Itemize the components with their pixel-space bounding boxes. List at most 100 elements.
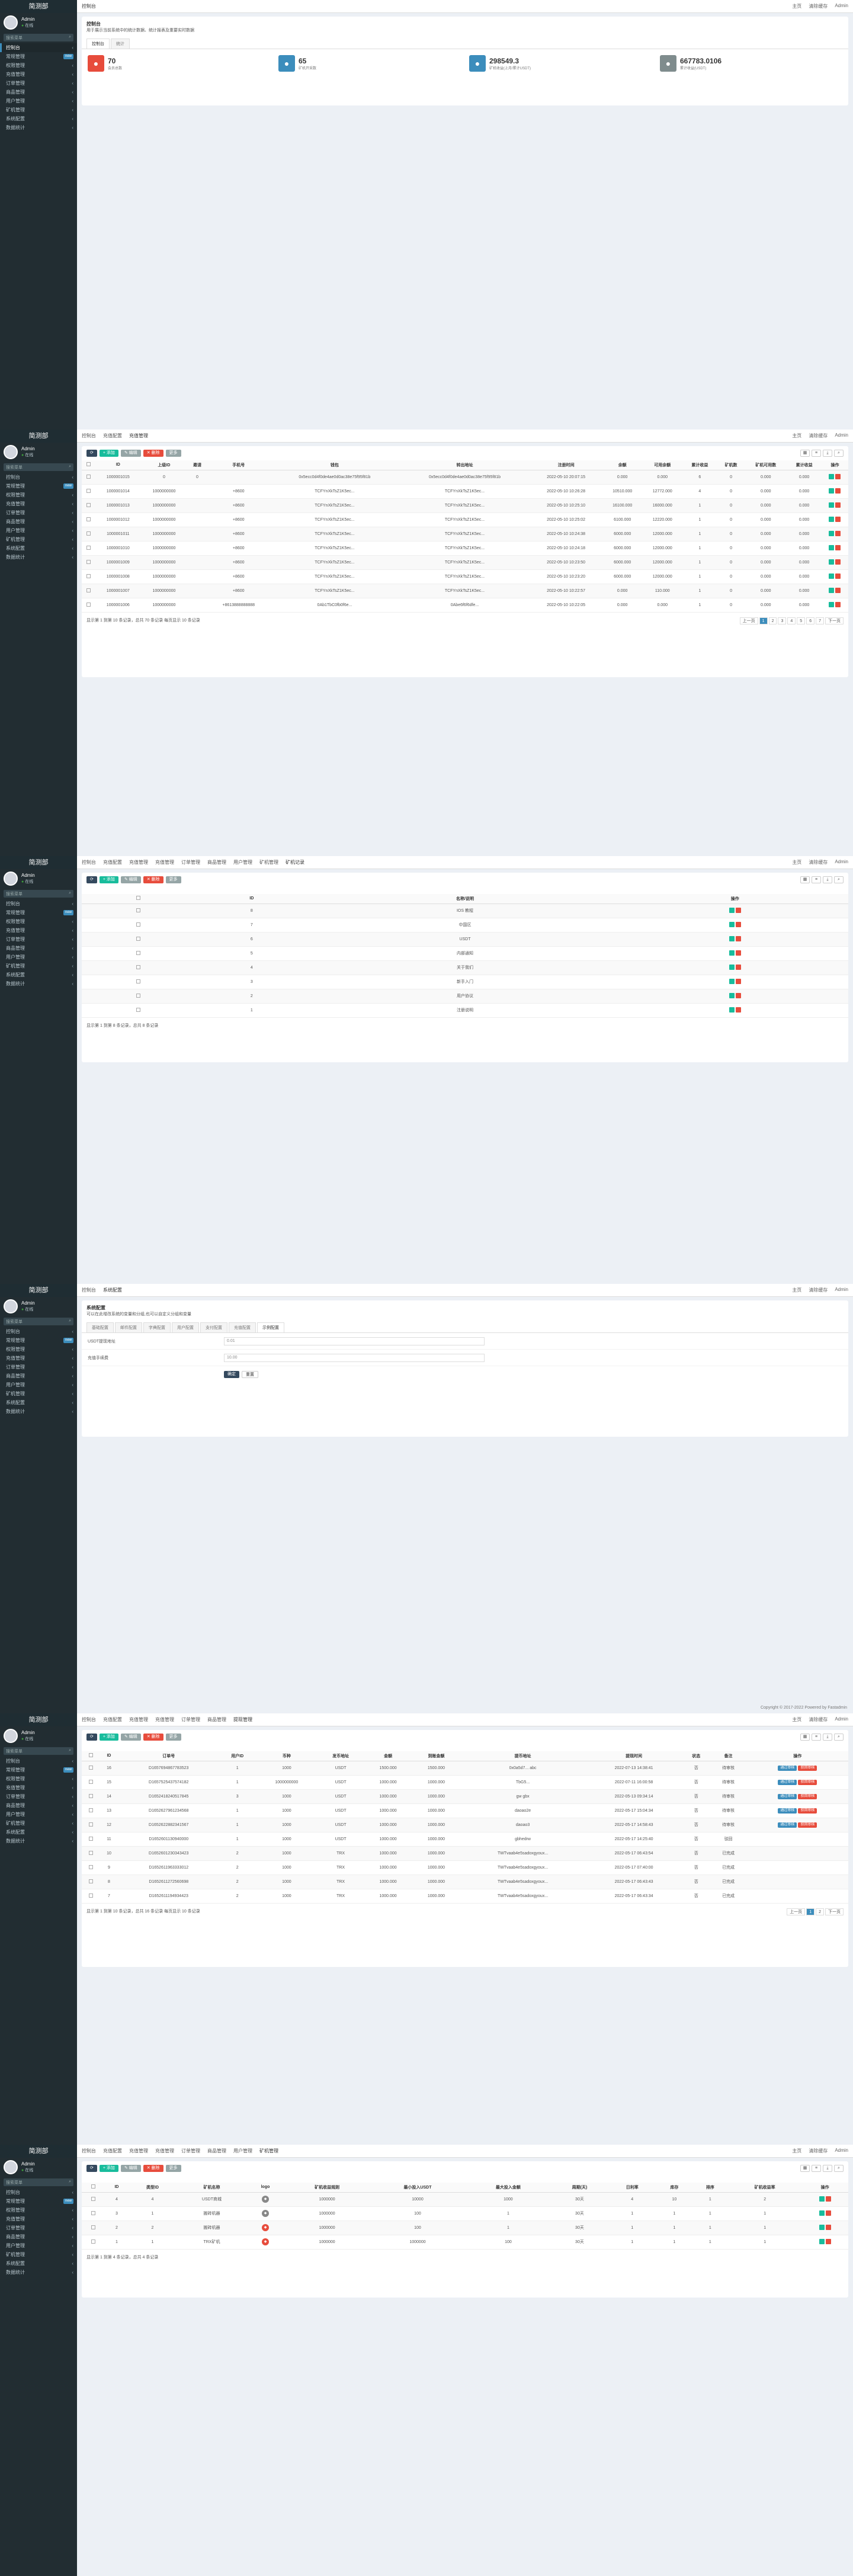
page-button[interactable]: 2 <box>768 617 777 624</box>
top-link-1[interactable]: 清除缓存 <box>809 432 828 439</box>
sidebar-item-7[interactable]: 矿机管理 ‹ <box>0 2250 77 2259</box>
sidebar-item-9[interactable]: 数据统计 ‹ <box>0 2268 77 2277</box>
delete-icon[interactable] <box>835 473 841 479</box>
row-checkbox[interactable] <box>136 908 141 912</box>
row-checkbox[interactable] <box>86 531 91 536</box>
sidebar-item-3[interactable]: 充值管理 ‹ <box>0 70 77 79</box>
export-icon[interactable]: ⤓ <box>823 876 832 883</box>
columns-icon[interactable]: ≡ <box>812 450 821 457</box>
sidebar-item-1[interactable]: 常规管理 new <box>0 482 77 491</box>
more-button[interactable]: 更多 <box>165 2165 181 2172</box>
tab-1[interactable]: 充值配置 <box>103 1716 122 1723</box>
menu-search-input[interactable]: 搜索菜单 ⌕ <box>4 34 73 41</box>
columns-icon[interactable]: ≡ <box>812 1734 821 1741</box>
more-button[interactable]: 更多 <box>165 450 181 457</box>
page-button[interactable]: 6 <box>806 617 815 624</box>
delete-icon[interactable] <box>835 530 841 536</box>
sidebar-item-9[interactable]: 数据统计 ‹ <box>0 123 77 132</box>
edit-icon[interactable] <box>729 1007 735 1013</box>
menu-search-input[interactable]: 搜索菜单 ⌕ <box>4 1747 73 1755</box>
top-link-1[interactable]: 清除缓存 <box>809 2148 828 2154</box>
page-button[interactable]: 1 <box>759 617 768 624</box>
sidebar-item-8[interactable]: 系统配置 ‹ <box>0 1828 77 1837</box>
sidebar-item-8[interactable]: 系统配置 ‹ <box>0 1398 77 1407</box>
row-checkbox[interactable] <box>86 559 91 564</box>
export-icon[interactable]: ⤓ <box>823 450 832 457</box>
top-link-0[interactable]: 主页 <box>792 1716 801 1723</box>
row-checkbox[interactable] <box>136 922 141 927</box>
subtab-4[interactable]: 支付配置 <box>200 1322 227 1332</box>
sidebar-item-4[interactable]: 订单管理 ‹ <box>0 508 77 517</box>
column-header[interactable]: ID <box>195 894 309 904</box>
row-checkbox[interactable] <box>88 1808 93 1812</box>
column-header[interactable]: 订单号 <box>118 1751 219 1761</box>
column-header[interactable]: 钱包 <box>270 460 400 470</box>
sidebar-item-8[interactable]: 系统配置 ‹ <box>0 970 77 979</box>
sidebar-item-6[interactable]: 用户管理 ‹ <box>0 1380 77 1389</box>
top-link-2[interactable]: Admin <box>835 1716 848 1723</box>
top-link-1[interactable]: 清除缓存 <box>809 1287 828 1293</box>
column-header[interactable]: 矿机数 <box>717 460 745 470</box>
sidebar-item-2[interactable]: 权限管理 ‹ <box>0 491 77 499</box>
sidebar-item-4[interactable]: 订单管理 ‹ <box>0 1792 77 1801</box>
page-button[interactable]: 下一页 <box>825 617 844 624</box>
sidebar-item-8[interactable]: 系统配置 ‹ <box>0 544 77 553</box>
sidebar-item-3[interactable]: 充值管理 ‹ <box>0 926 77 935</box>
sidebar-item-5[interactable]: 商品管理 ‹ <box>0 1801 77 1810</box>
column-header[interactable]: ID <box>105 2183 129 2193</box>
sidebar-item-7[interactable]: 矿机管理 ‹ <box>0 1389 77 1398</box>
grid-icon[interactable]: ▦ <box>800 450 810 457</box>
export-icon[interactable]: ⤓ <box>823 1734 832 1741</box>
column-header[interactable]: 矿机收益规则 <box>284 2183 370 2193</box>
top-link-0[interactable]: 主页 <box>792 2148 801 2154</box>
delete-button[interactable]: ✕ 删除 <box>143 1734 163 1741</box>
row-checkbox[interactable] <box>136 965 141 969</box>
sidebar-item-4[interactable]: 订单管理 ‹ <box>0 935 77 944</box>
tab-4[interactable]: 订单管理 <box>181 1716 200 1723</box>
row-checkbox[interactable] <box>86 474 91 479</box>
sidebar-item-2[interactable]: 权限管理 ‹ <box>0 1774 77 1783</box>
column-header[interactable]: 发币地址 <box>317 1751 364 1761</box>
edit-icon[interactable] <box>829 559 835 565</box>
brand-logo[interactable]: 简测部 <box>0 1713 77 1726</box>
subtab-0[interactable]: 基础配置 <box>86 1322 114 1332</box>
column-header[interactable]: 最小投入USDT <box>370 2183 466 2193</box>
top-link-0[interactable]: 主页 <box>792 1287 801 1293</box>
sidebar-item-1[interactable]: 常规管理 new <box>0 2197 77 2206</box>
row-checkbox[interactable] <box>86 588 91 592</box>
add-button[interactable]: + 添加 <box>99 2165 118 2172</box>
column-header[interactable]: logo <box>246 2183 284 2193</box>
row-checkbox[interactable] <box>86 573 91 578</box>
sidebar-item-0[interactable]: 控制台 ‹ <box>0 43 77 52</box>
column-header[interactable]: 到账金额 <box>412 1751 461 1761</box>
delete-icon[interactable] <box>735 921 741 927</box>
sidebar-item-4[interactable]: 订单管理 ‹ <box>0 79 77 88</box>
tab-0[interactable]: 控制台 <box>82 1287 96 1293</box>
column-header[interactable]: 操作 <box>621 894 848 904</box>
column-header[interactable]: 提现时间 <box>585 1751 683 1761</box>
approve-button[interactable]: 通过审核 <box>778 1779 797 1785</box>
sidebar-item-9[interactable]: 数据统计 ‹ <box>0 1407 77 1416</box>
row-checkbox[interactable] <box>86 545 91 550</box>
top-link-2[interactable]: Admin <box>835 2148 848 2154</box>
top-link-2[interactable]: Admin <box>835 3 848 9</box>
column-header[interactable]: 日利率 <box>608 2183 657 2193</box>
menu-search-input[interactable]: 搜索菜单 ⌕ <box>4 2178 73 2186</box>
delete-icon[interactable] <box>735 1007 741 1013</box>
sidebar-item-5[interactable]: 商品管理 ‹ <box>0 88 77 97</box>
column-header[interactable]: 操作 <box>801 2183 848 2193</box>
export-icon[interactable]: ⤓ <box>823 2165 832 2172</box>
refresh-button[interactable]: ⟳ <box>86 2165 97 2172</box>
column-header[interactable]: 可用余额 <box>642 460 683 470</box>
delete-icon[interactable] <box>735 964 741 970</box>
tab-7[interactable]: 矿机管理 <box>259 859 278 866</box>
delete-button[interactable]: ✕ 删除 <box>143 450 163 457</box>
edit-icon[interactable] <box>729 992 735 998</box>
page-button[interactable]: 下一页 <box>825 1908 844 1915</box>
column-header[interactable]: 周期(天) <box>551 2183 608 2193</box>
edit-icon[interactable] <box>829 516 835 522</box>
row-checkbox[interactable] <box>91 2210 96 2215</box>
brand-logo[interactable]: 简测部 <box>0 2145 77 2158</box>
sidebar-item-3[interactable]: 充值管理 ‹ <box>0 499 77 508</box>
top-link-1[interactable]: 清除缓存 <box>809 3 828 9</box>
